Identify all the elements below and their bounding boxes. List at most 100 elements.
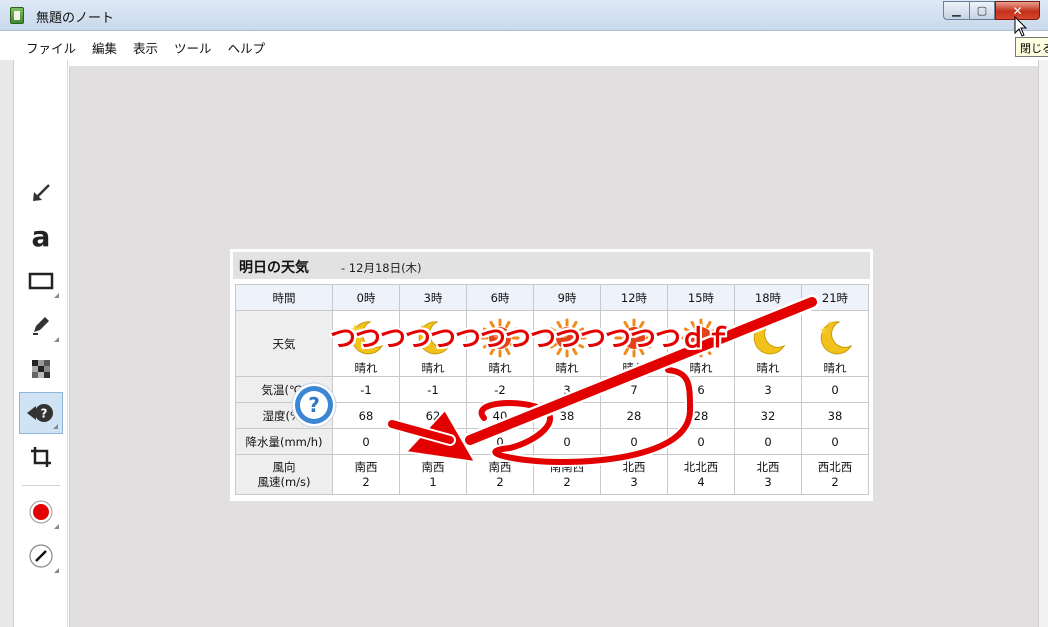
humidity-cell: 38: [801, 402, 869, 429]
wind-cell: 南西 1: [399, 454, 467, 495]
color-picker[interactable]: [19, 491, 63, 533]
window-title: 無題のノート: [36, 11, 115, 26]
submenu-indicator: [54, 293, 59, 298]
menu-tools[interactable]: ツール: [166, 31, 220, 60]
time-cell: 15時: [667, 284, 735, 311]
question-stamp-icon: ?: [27, 404, 53, 422]
wind-cell: 北西 3: [600, 454, 668, 495]
arrow-icon: [33, 184, 50, 201]
wind-speed-label: 風速(m/s): [257, 474, 311, 489]
humidity-cell: 38: [533, 402, 601, 429]
crop-tool[interactable]: [19, 436, 63, 478]
humidity-cell: 68: [332, 402, 400, 429]
minimize-button[interactable]: ▁: [943, 1, 969, 20]
precipitation-cell: 0: [734, 428, 802, 455]
wind-direction: 北西: [756, 459, 780, 474]
time-cell: 18時: [734, 284, 802, 311]
time-row: 時間 0時 3時 6時 9時 12時 15時 18時 21時: [235, 284, 869, 311]
condition-cell: 晴れ: [801, 310, 869, 377]
condition-text: 晴れ: [555, 360, 579, 375]
wind-speed: 2: [563, 474, 571, 489]
wind-direction: 南西: [488, 459, 512, 474]
question-stamp[interactable]: ?: [290, 381, 338, 429]
precipitation-cell: 0: [399, 428, 467, 455]
line-width-picker[interactable]: [19, 535, 63, 577]
time-cell: 21時: [801, 284, 869, 311]
weather-card-header: 明日の天気 - 12月18日(木): [233, 252, 870, 279]
wind-direction: 南南西: [549, 459, 585, 474]
wind-speed: 4: [697, 474, 705, 489]
menu-view[interactable]: 表示: [125, 31, 166, 60]
temperature-cell: -1: [332, 376, 400, 403]
temperature-cell: 3: [533, 376, 601, 403]
wind-direction: 南西: [354, 459, 378, 474]
moon-icon: [820, 320, 853, 354]
humidity-cell: 28: [600, 402, 668, 429]
close-tooltip: 閉じる: [1015, 37, 1048, 57]
condition-text: 晴れ: [756, 360, 780, 375]
submenu-indicator: [54, 337, 59, 342]
condition-cell: 晴れ: [734, 310, 802, 377]
wind-speed: 3: [764, 474, 772, 489]
svg-text:?: ?: [41, 407, 48, 421]
color-swatch-icon: [29, 500, 53, 524]
weather-card: 明日の天気 - 12月18日(木) 時間 0時 3時 6時 9時 12時 15時 18時 21…: [230, 249, 873, 501]
help-stamp-tool[interactable]: ?: [19, 392, 63, 434]
condition-text: 晴れ: [689, 360, 713, 375]
temperature-cell: 3: [734, 376, 802, 403]
wind-direction: 西北西: [817, 459, 853, 474]
submenu-indicator: [53, 424, 58, 429]
precipitation-cell: 0: [600, 428, 668, 455]
time-cell: 9時: [533, 284, 601, 311]
rectangle-tool[interactable]: [19, 260, 63, 302]
wind-direction: 北西: [622, 459, 646, 474]
wind-speed: 2: [831, 474, 839, 489]
row-label: 天気: [235, 310, 333, 377]
wind-cell: 南西 2: [466, 454, 534, 495]
menu-help[interactable]: ヘルプ: [220, 31, 274, 60]
text-tool[interactable]: a: [19, 216, 63, 258]
time-cell: 6時: [466, 284, 534, 311]
text-icon: a: [31, 220, 51, 253]
temperature-cell: -2: [466, 376, 534, 403]
arrow-tool[interactable]: [19, 172, 63, 214]
wind-direction-label: 風向: [272, 459, 296, 474]
marker-icon: [33, 317, 49, 335]
temperature-cell: 0: [801, 376, 869, 403]
weather-date: - 12月18日(木): [341, 261, 422, 275]
title-bar[interactable]: 無題のノート ▁ ▢ ✕: [0, 0, 1048, 31]
moon-icon: [753, 320, 786, 354]
menu-bar: ファイル 編集 表示 ツール ヘルプ: [0, 31, 1048, 60]
row-label: 降水量(mm/h): [235, 428, 333, 455]
precipitation-cell: 0: [801, 428, 869, 455]
submenu-indicator: [54, 568, 59, 573]
wind-cell: 北北西 4: [667, 454, 735, 495]
humidity-cell: 40: [466, 402, 534, 429]
humidity-cell: 62: [399, 402, 467, 429]
pen-tool[interactable]: [19, 304, 63, 346]
submenu-indicator: [54, 524, 59, 529]
humidity-cell: 32: [734, 402, 802, 429]
wind-speed: 2: [362, 474, 370, 489]
maximize-button[interactable]: ▢: [969, 1, 995, 20]
condition-text: 晴れ: [823, 360, 847, 375]
app-icon: [10, 7, 24, 24]
menu-file[interactable]: ファイル: [18, 31, 84, 60]
time-cell: 0時: [332, 284, 400, 311]
svg-text:?: ?: [308, 393, 320, 417]
weather-title: 明日の天気: [239, 260, 309, 276]
condition-text: 晴れ: [354, 360, 378, 375]
toolbar-separator: [22, 485, 60, 486]
menu-edit[interactable]: 編集: [84, 31, 125, 60]
condition-text: 晴れ: [488, 360, 512, 375]
temperature-cell: 6: [667, 376, 735, 403]
rectangle-icon: [28, 272, 54, 290]
precipitation-cell: 0: [533, 428, 601, 455]
precipitation-cell: 0: [466, 428, 534, 455]
condition-text: 晴れ: [622, 360, 646, 375]
wind-direction: 南西: [421, 459, 445, 474]
mosaic-tool[interactable]: [19, 348, 63, 390]
wind-cell: 西北西 2: [801, 454, 869, 495]
mosaic-icon: [32, 360, 50, 378]
annotation-text[interactable]: つつつつつつつつつつつつつつｄｆ: [330, 318, 731, 355]
